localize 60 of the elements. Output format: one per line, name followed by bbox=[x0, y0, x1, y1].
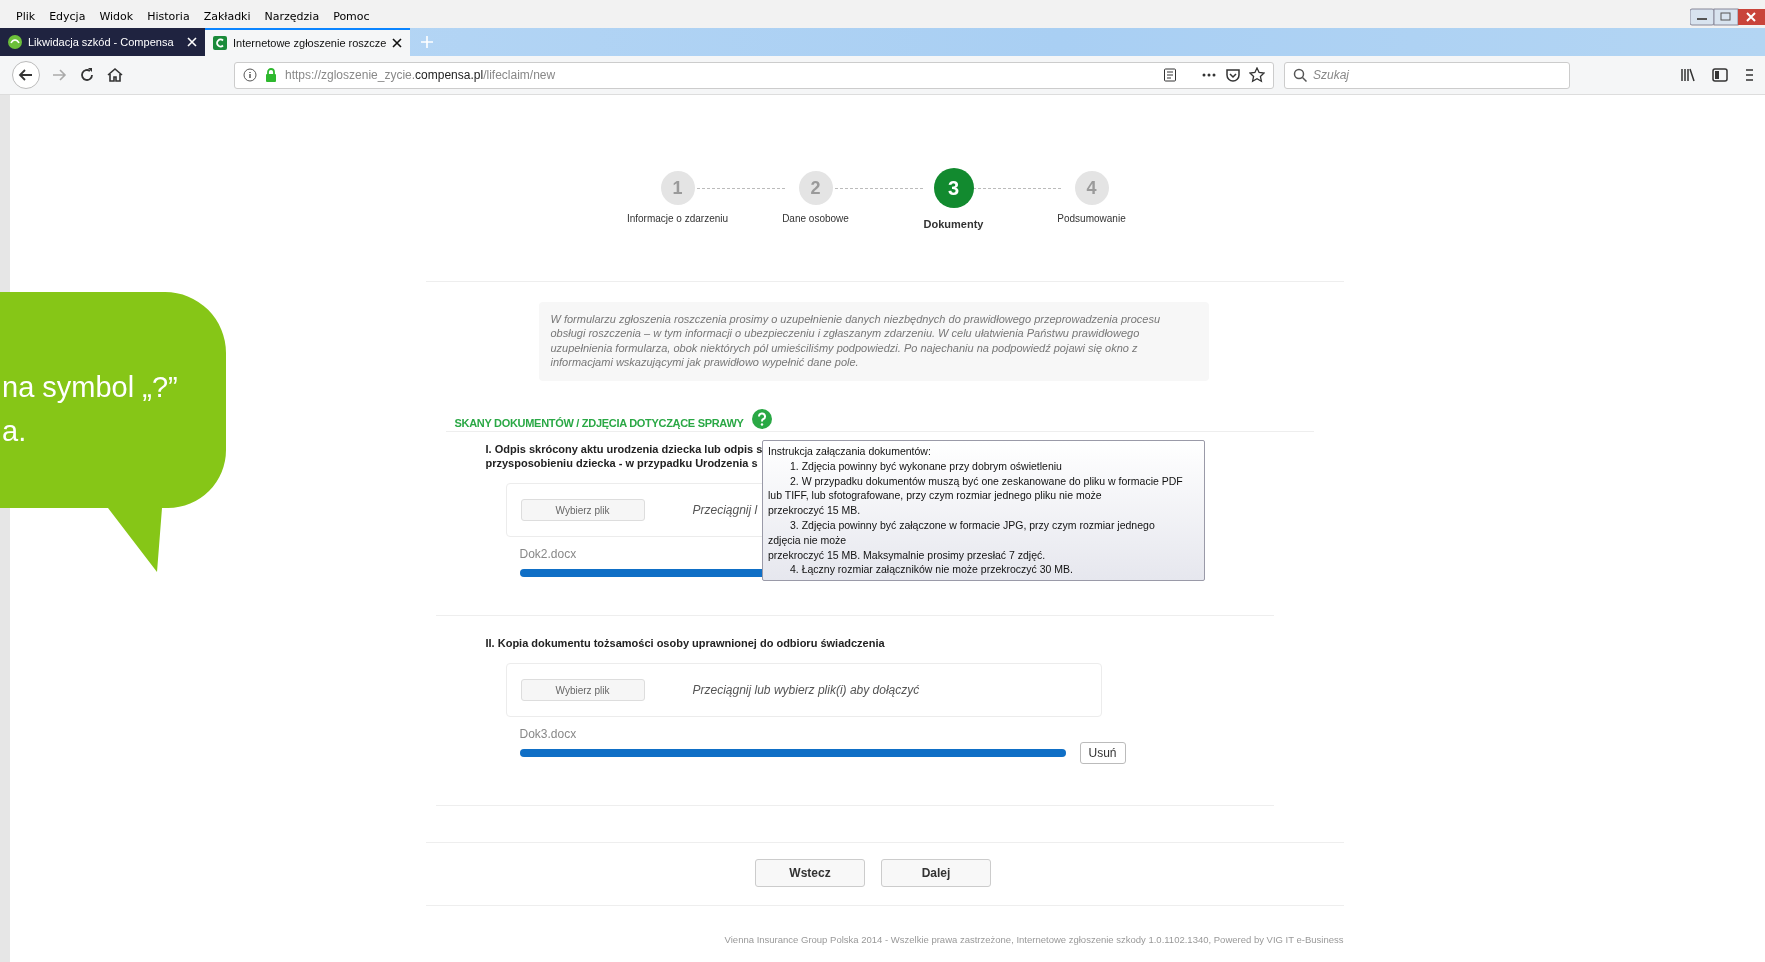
step-number: 3 bbox=[933, 168, 974, 208]
menu-item[interactable]: Pomoc bbox=[333, 5, 370, 23]
reader-view-icon[interactable] bbox=[1163, 68, 1177, 82]
step-number: 1 bbox=[660, 171, 695, 205]
menu-item[interactable]: Widok bbox=[99, 5, 134, 23]
sidebar-icon[interactable] bbox=[1711, 66, 1729, 84]
step-number: 4 bbox=[1074, 171, 1109, 205]
drop-hint: Przeciągnij l bbox=[692, 503, 758, 518]
tooltip-line: lub TIFF, lub sfotografowane, przy czym rozmiar jednego pliku nie może bbox=[768, 488, 1102, 504]
nav-button[interactable]: Dalej bbox=[881, 859, 991, 888]
drop-hint: Przeciągnij lub wybierz plik(i) aby dołączyć bbox=[692, 683, 920, 698]
step-label: Dokumenty bbox=[923, 218, 984, 230]
document-title: I. Odpis skrócony aktu urodzenia dziecka lub odpis s bbox=[485, 442, 763, 457]
menu-icon[interactable] bbox=[1743, 66, 1753, 84]
menu-item[interactable]: Edycja bbox=[49, 5, 86, 23]
reload-icon[interactable] bbox=[78, 66, 96, 84]
help-icon[interactable] bbox=[751, 409, 772, 430]
document-title: II. Kopia dokumentu tożsamości osoby uprawnionej do odbioru świadczenia bbox=[485, 636, 885, 651]
callout-text: na symbol „?” bbox=[2, 370, 178, 405]
window-controls-icon[interactable] bbox=[1690, 8, 1765, 26]
nav-button[interactable]: Wstecz bbox=[755, 859, 865, 888]
tooltip-line: 1. Zdjęcia powinny być wykonane przy dobrym oświetleniu bbox=[789, 458, 1062, 474]
step-number: 2 bbox=[798, 171, 833, 205]
c-logo-icon bbox=[213, 36, 227, 50]
home-icon[interactable] bbox=[106, 66, 124, 84]
leaf-logo-icon bbox=[8, 35, 22, 49]
back-button[interactable] bbox=[12, 61, 40, 89]
search-field[interactable]: Szukaj bbox=[1284, 61, 1570, 89]
star-icon[interactable] bbox=[1249, 67, 1265, 83]
footer-text: Vienna Insurance Group Polska 2014 - Wszelkie prawa zastrzeżone, Internetowe zgłoszenie szkody 1.0.1102.1340, Powered by VIG IT e-Business bbox=[724, 934, 1344, 946]
menu-item[interactable]: Historia bbox=[147, 5, 190, 23]
file-name: Dok2.docx bbox=[519, 547, 577, 562]
document-title: przysposobieniu dziecka - w przypadku Urodzenia s bbox=[485, 456, 758, 471]
address-bar[interactable]: https://zgloszenie_zycie.compensa.pl/lifeclaim/new bbox=[234, 61, 1274, 89]
step-label: Informacje o zdarzeniu bbox=[626, 213, 729, 224]
tooltip-line: przekroczyć 15 MB. Maksymalnie prosimy przesłać 7 zdjęć. bbox=[768, 547, 1046, 563]
callout-text: a. bbox=[2, 414, 28, 449]
search-icon bbox=[1293, 68, 1307, 82]
step-label: Dane osobowe bbox=[782, 213, 849, 224]
pocket-icon[interactable] bbox=[1225, 67, 1241, 83]
section-title: SKANY DOKUMENTÓW / ZDJĘCIA DOTYCZĄCE SPRAWY bbox=[454, 417, 744, 430]
padlock-icon bbox=[265, 68, 277, 82]
browser-tab[interactable]: Internetowe zgłoszenie roszcze bbox=[205, 28, 410, 56]
drop-zone[interactable]: Wybierz plik Przeciągnij lub wybierz plik(i) aby dołączyć bbox=[505, 663, 1102, 718]
choose-file-button[interactable]: Wybierz plik bbox=[520, 499, 645, 522]
menu-item[interactable]: Zakładki bbox=[203, 5, 251, 23]
close-icon[interactable] bbox=[392, 38, 402, 48]
choose-file-button[interactable]: Wybierz plik bbox=[520, 679, 645, 702]
tooltip-line: 4. Łączny rozmiar załączników nie może przekroczyć 30 MB. bbox=[789, 562, 1074, 578]
library-icon[interactable] bbox=[1679, 66, 1697, 84]
remove-button[interactable]: Usuń bbox=[1079, 742, 1126, 765]
info-icon[interactable] bbox=[243, 68, 257, 82]
step-label: Podsumowanie bbox=[1057, 213, 1126, 224]
browser-tab[interactable]: Likwidacja szkód - Compensa bbox=[0, 28, 205, 56]
file-name: Dok3.docx bbox=[519, 727, 577, 742]
intro-text: W formularzu zgłoszenia roszczenia prosimy o uzupełnienie danych niezbędnych do prawidłowego przeprowadzenia procesu obsługi roszczenia – w tym informacji o ubezpieczeniu i zgłaszanym zdarzeniu. W celu ułatwienia Państwu prawidłowego uzupełnienia formularza, obok niektórych pól umieściliśmy podpowiedzi. Po najechaniu na podpowiedź pojawi się okno z informacjami wskazującymi jak prawidłowo wypełnić dane pole. bbox=[538, 302, 1209, 382]
menu-item[interactable]: Narzędzia bbox=[264, 5, 320, 23]
tooltip-line: Instrukcja załączania dokumentów: bbox=[768, 444, 931, 459]
menu-item[interactable]: Plik bbox=[16, 5, 36, 23]
tooltip-line: przekroczyć 15 MB. bbox=[768, 503, 861, 518]
